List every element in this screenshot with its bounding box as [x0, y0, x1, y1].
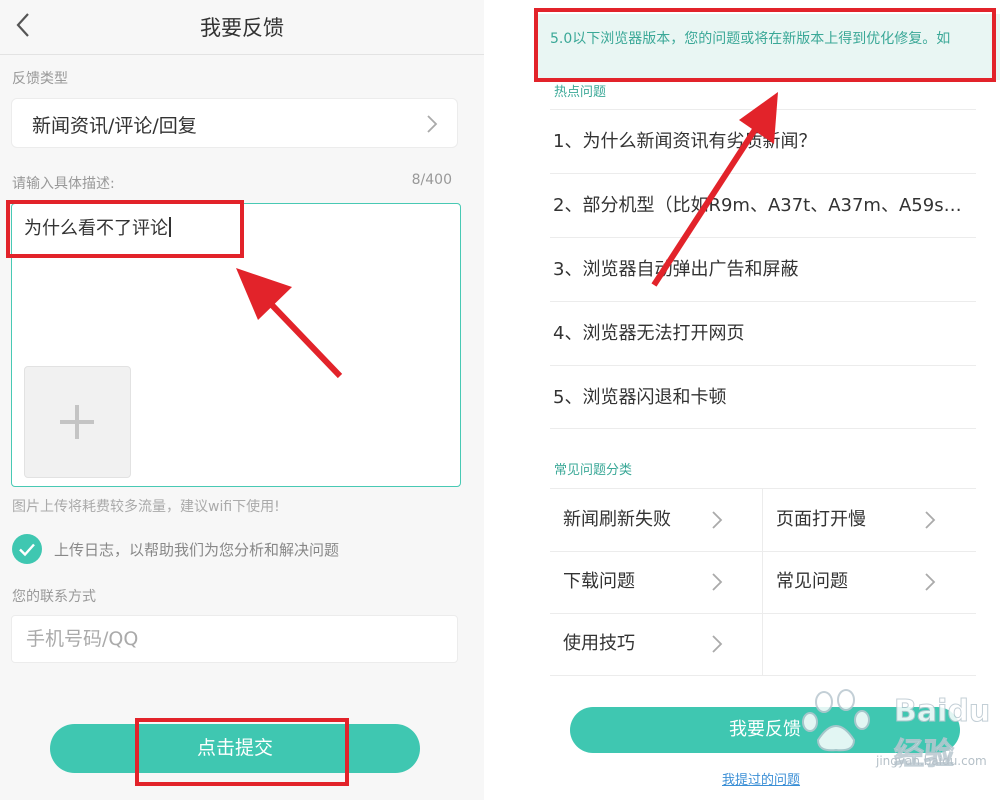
plus-icon: [60, 405, 94, 439]
annotation-box-submit: [135, 718, 349, 786]
annotation-box-banner: [534, 8, 996, 82]
upload-log-checkbox[interactable]: [12, 534, 42, 564]
watermark-url: jingyan.baidu.com: [876, 754, 987, 768]
category-grid: 新闻刷新失败 页面打开慢 下载问题 常见问题 使用技巧: [550, 488, 976, 676]
chevron-right-icon: [712, 511, 723, 529]
category-label: 新闻刷新失败: [563, 509, 671, 530]
annotation-box-description: [6, 200, 244, 258]
category-label: 下载问题: [563, 571, 635, 592]
upload-warning: 图片上传将耗费较多流量，建议wifi下使用!: [12, 499, 280, 515]
category-tips[interactable]: 使用技巧: [550, 613, 763, 675]
chevron-right-icon: [925, 573, 936, 591]
chevron-right-icon: [712, 573, 723, 591]
baidu-watermark: Baidu经验 jingyan.baidu.com: [796, 688, 996, 788]
category-label: 页面打开慢: [776, 509, 866, 530]
hot-question-item[interactable]: 3、浏览器自动弹出广告和屏蔽: [550, 237, 976, 301]
hot-question-item[interactable]: 4、浏览器无法打开网页: [550, 301, 976, 365]
hot-questions-list: 1、为什么新闻资讯有劣质新闻？ 2、部分机型（比如R9m、A37t、A37m、A…: [550, 109, 976, 429]
category-label: 常见问题: [776, 571, 848, 592]
category-page-slow[interactable]: 页面打开慢: [763, 489, 976, 551]
upload-log-label: 上传日志，以帮助我们为您分析和解决问题: [54, 541, 340, 559]
hot-question-item[interactable]: 5、浏览器闪退和卡顿: [550, 365, 976, 429]
help-center-screen: 5.0以下浏览器版本，您的问题或将在新版本上得到优化修复。如 热点问题 1、为什…: [528, 0, 1000, 800]
feedback-type-selector[interactable]: 新闻资讯/评论/回复: [11, 98, 458, 148]
header-bar: 我要反馈: [0, 0, 484, 55]
add-image-button[interactable]: [24, 366, 131, 478]
paw-logo-icon: [802, 689, 870, 752]
category-download[interactable]: 下载问题: [550, 551, 763, 613]
feedback-form-screen: 我要反馈 反馈类型 新闻资讯/评论/回复 请输入具体描述: 8/400 为什么看…: [0, 0, 484, 800]
description-label: 请输入具体描述:: [12, 176, 115, 192]
feedback-type-label: 反馈类型: [12, 71, 68, 87]
char-counter: 8/400: [411, 172, 452, 188]
contact-label: 您的联系方式: [12, 589, 96, 605]
contact-field[interactable]: [12, 616, 457, 662]
hot-question-item[interactable]: 1、为什么新闻资讯有劣质新闻？: [550, 109, 976, 173]
chevron-right-icon: [925, 511, 936, 529]
hot-question-item[interactable]: 2、部分机型（比如R9m、A37t、A37m、A59s…: [550, 173, 976, 237]
category-news-refresh[interactable]: 新闻刷新失败: [550, 489, 763, 551]
check-icon: [19, 543, 35, 557]
category-common[interactable]: 常见问题: [763, 551, 976, 613]
page-title: 我要反馈: [200, 16, 284, 40]
feedback-type-value: 新闻资讯/评论/回复: [32, 115, 197, 137]
history-link[interactable]: 我提过的问题: [722, 769, 800, 788]
chevron-right-icon: [712, 635, 723, 653]
hot-questions-title: 热点问题: [554, 85, 607, 100]
chevron-right-icon: [427, 115, 438, 133]
contact-field-wrapper: [11, 615, 458, 663]
category-section-title: 常见问题分类: [554, 463, 633, 478]
category-label: 使用技巧: [563, 633, 635, 654]
